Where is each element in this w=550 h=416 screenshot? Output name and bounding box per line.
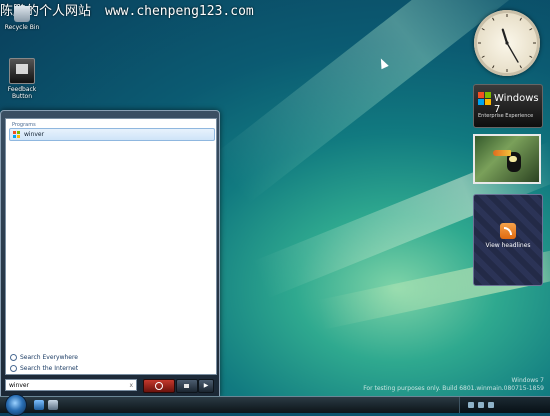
clock-tick — [519, 17, 522, 21]
clock-tick — [529, 28, 533, 31]
start-menu-results-panel: Programs winver Search Everywhere Search… — [5, 118, 217, 375]
search-icon — [10, 365, 17, 372]
recycle-bin-icon — [14, 6, 30, 22]
clock-tick — [492, 17, 495, 21]
quick-launch-desktop-icon[interactable] — [48, 400, 58, 410]
desktop-icon-feedback-button[interactable]: Feedback Button — [2, 58, 42, 100]
windows7-gadget-subtitle: Enterprise Experience — [478, 113, 534, 119]
search-result-label: winver — [24, 131, 45, 138]
battery-icon[interactable] — [488, 402, 494, 408]
search-result-winver[interactable]: winver — [9, 128, 215, 141]
clock-hour-hand — [501, 28, 509, 45]
clock-tick — [529, 55, 533, 58]
search-internet-link[interactable]: Search the Internet — [10, 365, 78, 372]
lock-button[interactable] — [176, 379, 198, 393]
quick-launch-ie-icon[interactable] — [34, 400, 44, 410]
search-internet-label: Search the Internet — [20, 365, 79, 372]
clear-search-icon[interactable]: x — [129, 380, 133, 392]
start-search-value: winver — [9, 382, 30, 389]
search-icon — [10, 354, 17, 361]
toucan-beak — [493, 150, 511, 156]
desktop-icon-recycle-bin[interactable]: Recycle Bin — [2, 6, 42, 31]
search-everywhere-label: Search Everywhere — [20, 354, 78, 361]
clock-tick — [519, 65, 522, 69]
clock-tick — [492, 65, 495, 69]
desktop-icon-label: Recycle Bin — [4, 24, 40, 31]
slideshow-gadget[interactable] — [473, 134, 541, 184]
clock-tick — [481, 28, 485, 31]
taskbar — [0, 394, 550, 416]
volume-icon[interactable] — [478, 402, 484, 408]
start-menu: Programs winver Search Everywhere Search… — [0, 110, 220, 397]
clock-tick — [481, 55, 485, 58]
build-line-1: Windows 7 — [511, 377, 544, 384]
windows7-gadget-title: Windows 7 — [494, 93, 539, 115]
build-watermark: Windows 7 For testing purposes only. Bui… — [363, 377, 544, 393]
clock-face — [478, 14, 536, 72]
windows-flag-icon — [13, 131, 21, 139]
system-tray — [459, 397, 550, 413]
feedback-button-icon — [9, 58, 35, 84]
build-line-2: For testing purposes only. Build 6801.wi… — [363, 385, 544, 392]
watermark-url: www.chenpeng123.com — [105, 4, 254, 19]
network-icon[interactable] — [468, 402, 474, 408]
start-button[interactable] — [5, 394, 27, 416]
search-everywhere-link[interactable]: Search Everywhere — [10, 354, 78, 361]
windows-logo-icon — [478, 92, 492, 106]
toucan-chest — [509, 156, 517, 162]
start-search-input[interactable]: winver x — [5, 379, 137, 391]
feed-headlines-gadget[interactable]: View headlines — [473, 194, 543, 286]
windows7-gadget[interactable]: Windows 7 Enterprise Experience — [473, 84, 543, 128]
desktop-icon-label: Feedback Button — [7, 86, 37, 100]
shutdown-options-arrow[interactable]: ▶ — [198, 379, 214, 393]
clock-gadget[interactable] — [474, 10, 540, 76]
mouse-cursor-icon — [377, 56, 389, 70]
rss-icon — [500, 223, 516, 239]
view-headlines-link[interactable]: View headlines — [474, 242, 542, 249]
clock-minute-hand — [506, 42, 519, 63]
power-button[interactable] — [143, 379, 175, 393]
